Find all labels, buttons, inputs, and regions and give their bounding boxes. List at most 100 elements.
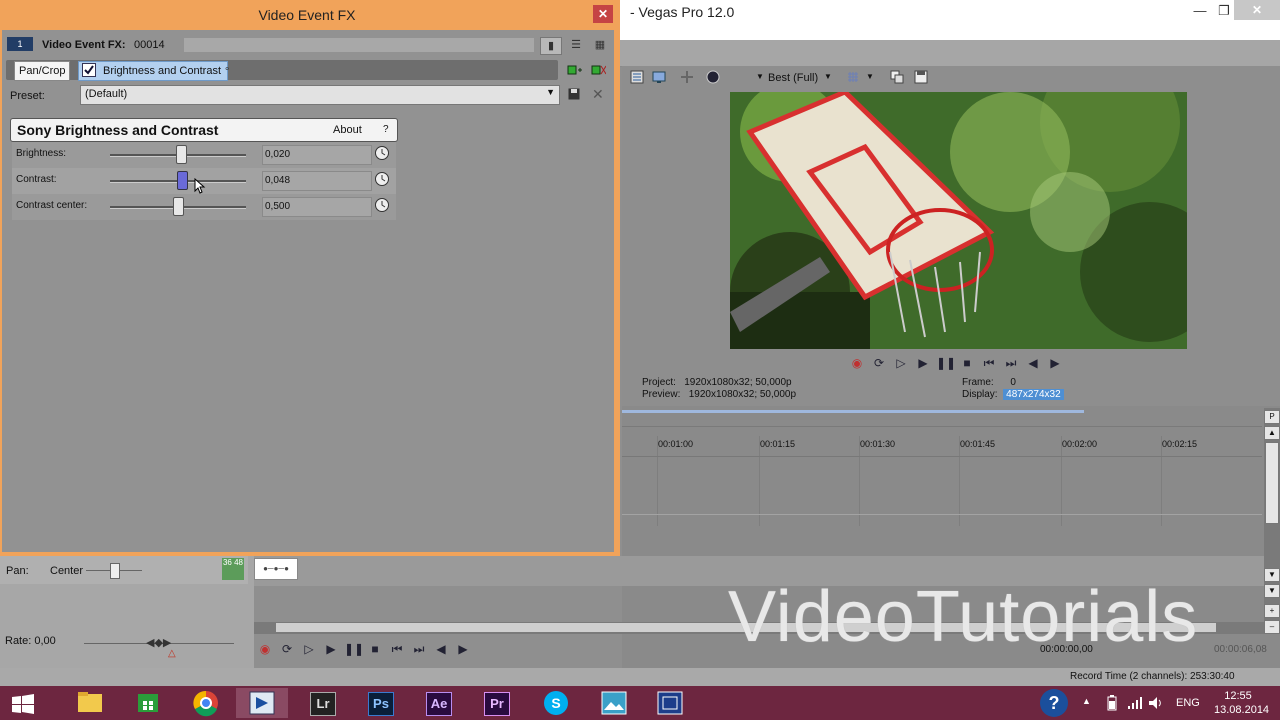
main-play-button[interactable]: ▶ [322,640,340,658]
pause-button[interactable]: ❚❚ [936,354,956,372]
chrome-task[interactable] [180,688,232,718]
plugin-enable-checkbox-icon[interactable] [82,63,96,77]
next-frame-button[interactable]: ▶ [1046,354,1064,372]
fx-plug-icon[interactable] [680,70,694,84]
file-explorer-task[interactable] [64,688,116,718]
display-label: Display: [962,389,998,400]
preview-value: 1920x1080x32; 50,000p [688,389,797,400]
contrast-animate-icon[interactable] [374,171,390,187]
view-single-icon[interactable]: ▮ [540,37,562,55]
plugin-chain-remove-icon[interactable] [590,63,606,77]
scroll-down-icon[interactable]: ▼ [1264,568,1280,582]
preview-quality-dropdown[interactable]: Best (Full) [768,72,818,84]
copy-snapshot-icon[interactable] [890,70,904,84]
quality-dropdown-arrow-icon: ▼ [756,72,764,81]
premiere-task[interactable]: Pr [470,688,522,718]
main-go-to-end-button[interactable]: ⏭ [410,640,428,658]
contrast-center-slider-thumb[interactable] [173,197,184,216]
loop-button[interactable]: ⟳ [870,354,888,372]
main-play-from-start-button[interactable]: ▷ [300,640,318,658]
go-to-end-button[interactable]: ⏭ [1002,354,1020,372]
save-preset-icon[interactable] [568,88,580,100]
about-button[interactable]: About [333,124,362,136]
battery-icon[interactable] [1106,695,1118,711]
preview-settings-icon[interactable] [630,70,644,84]
contrast-center-animate-icon[interactable] [374,197,390,213]
ruler-gridline [1161,436,1162,526]
rate-label: Rate: 0,00 [5,635,56,647]
skype-task[interactable]: S [530,688,582,718]
main-loop-button[interactable]: ⟳ [278,640,296,658]
contrast-center-row: Contrast center: 0,500 [12,194,396,220]
photoshop-task[interactable]: Ps [354,688,406,718]
overlays-icon[interactable] [846,70,860,84]
lightroom-task[interactable]: Lr [296,688,348,718]
scroll-up-icon[interactable]: ▲ [1264,426,1280,440]
help-button[interactable]: ? [383,124,389,135]
photo-viewer-task[interactable] [588,688,640,718]
contrast-value-field[interactable]: 0,048 [262,171,372,191]
go-to-start-button[interactable]: ⏮ [980,354,998,372]
cursor-time-readout[interactable]: 00:00:00,00 [1040,644,1093,655]
previous-frame-button[interactable]: ◀ [1024,354,1042,372]
project-info: Project: 1920x1080x32; 50,000p Preview: … [642,377,796,401]
store-task[interactable] [122,688,174,718]
ruler-gridline [759,436,760,526]
fx-dialog-titlebar[interactable]: Video Event FX ✕ [0,0,620,30]
timeline-ruler[interactable]: 00:01:00 00:01:15 00:01:30 00:01:45 00:0… [622,426,1262,457]
ruler-gridline [657,436,658,526]
help-tray-icon[interactable]: ? [1040,689,1068,717]
zoom-out-icon[interactable]: – [1264,620,1280,634]
vegas-alt-task[interactable] [644,688,696,718]
main-pause-button[interactable]: ❚❚ [344,640,364,658]
track-header: Pan: Center 36 48 Rate: 0,00 ◀◆▶ △ [0,556,254,686]
vegas-task[interactable] [236,688,288,718]
brightness-animate-icon[interactable] [374,145,390,161]
windows-start-icon[interactable] [12,694,34,714]
contrast-slider-thumb[interactable] [177,171,189,190]
preset-dropdown[interactable]: (Default) ▼ [80,85,560,105]
fx-dialog-close-button[interactable]: ✕ [593,5,613,23]
tray-overflow-icon[interactable]: ▲ [1082,696,1091,706]
view-grid-icon[interactable]: ▦ [590,37,610,53]
volume-icon[interactable] [1148,695,1164,711]
view-list-icon[interactable]: ☰ [566,37,586,53]
brightness-row: Brightness: 0,020 [12,142,396,168]
after-effects-task[interactable]: Ae [412,688,464,718]
timeline-vertical-scrollbar[interactable]: P ▲ ▼ ▼ + – [1264,408,1280,634]
store-icon [138,694,158,712]
scroll-next-icon[interactable]: ▼ [1264,584,1280,598]
clock[interactable]: 12:55 13.08.2014 [1214,689,1269,717]
quality-dropdown-chevron-icon: ▼ [824,72,832,81]
contrast-center-value-field[interactable]: 0,500 [262,197,372,217]
ruler-tick-label: 00:02:15 [1162,439,1198,449]
record-button[interactable]: ◉ [848,354,866,372]
scroll-thumb[interactable] [1265,442,1279,524]
plugin-brightness-contrast-button[interactable]: Brightness and Contrast [78,61,229,81]
language-indicator[interactable]: ENG [1176,697,1200,709]
split-screen-icon[interactable] [706,70,720,84]
main-stop-button[interactable]: ■ [366,640,384,658]
play-from-start-button[interactable]: ▷ [892,354,910,372]
main-next-frame-button[interactable]: ▶ [454,640,472,658]
network-icon[interactable] [1126,695,1142,711]
video-event-thumbnail[interactable]: ●─●─● [254,558,298,580]
main-go-to-start-button[interactable]: ⏮ [388,640,406,658]
pan-slider-thumb[interactable] [110,563,120,579]
plugin-pan-crop-button[interactable]: Pan/Crop [14,61,71,81]
overlays-dropdown-icon[interactable]: ▼ [866,72,874,81]
save-snapshot-icon[interactable] [914,70,928,84]
delete-preset-icon[interactable]: ✕ [592,86,604,103]
plugin-chain-add-icon[interactable] [566,63,582,77]
main-prev-frame-button[interactable]: ◀ [432,640,450,658]
scroll-marker-button[interactable]: P [1264,410,1280,424]
stop-button[interactable]: ■ [958,354,976,372]
brightness-slider-thumb[interactable] [175,145,187,164]
zoom-in-icon[interactable]: + [1264,604,1280,618]
preview-device-icon[interactable] [652,70,666,84]
play-button[interactable]: ▶ [914,354,932,372]
brightness-value-field[interactable]: 0,020 [262,145,372,165]
fx-chain-scroll-area [184,38,534,52]
main-record-button[interactable]: ◉ [256,640,274,658]
main-close-button[interactable]: ✕ [1234,0,1280,20]
